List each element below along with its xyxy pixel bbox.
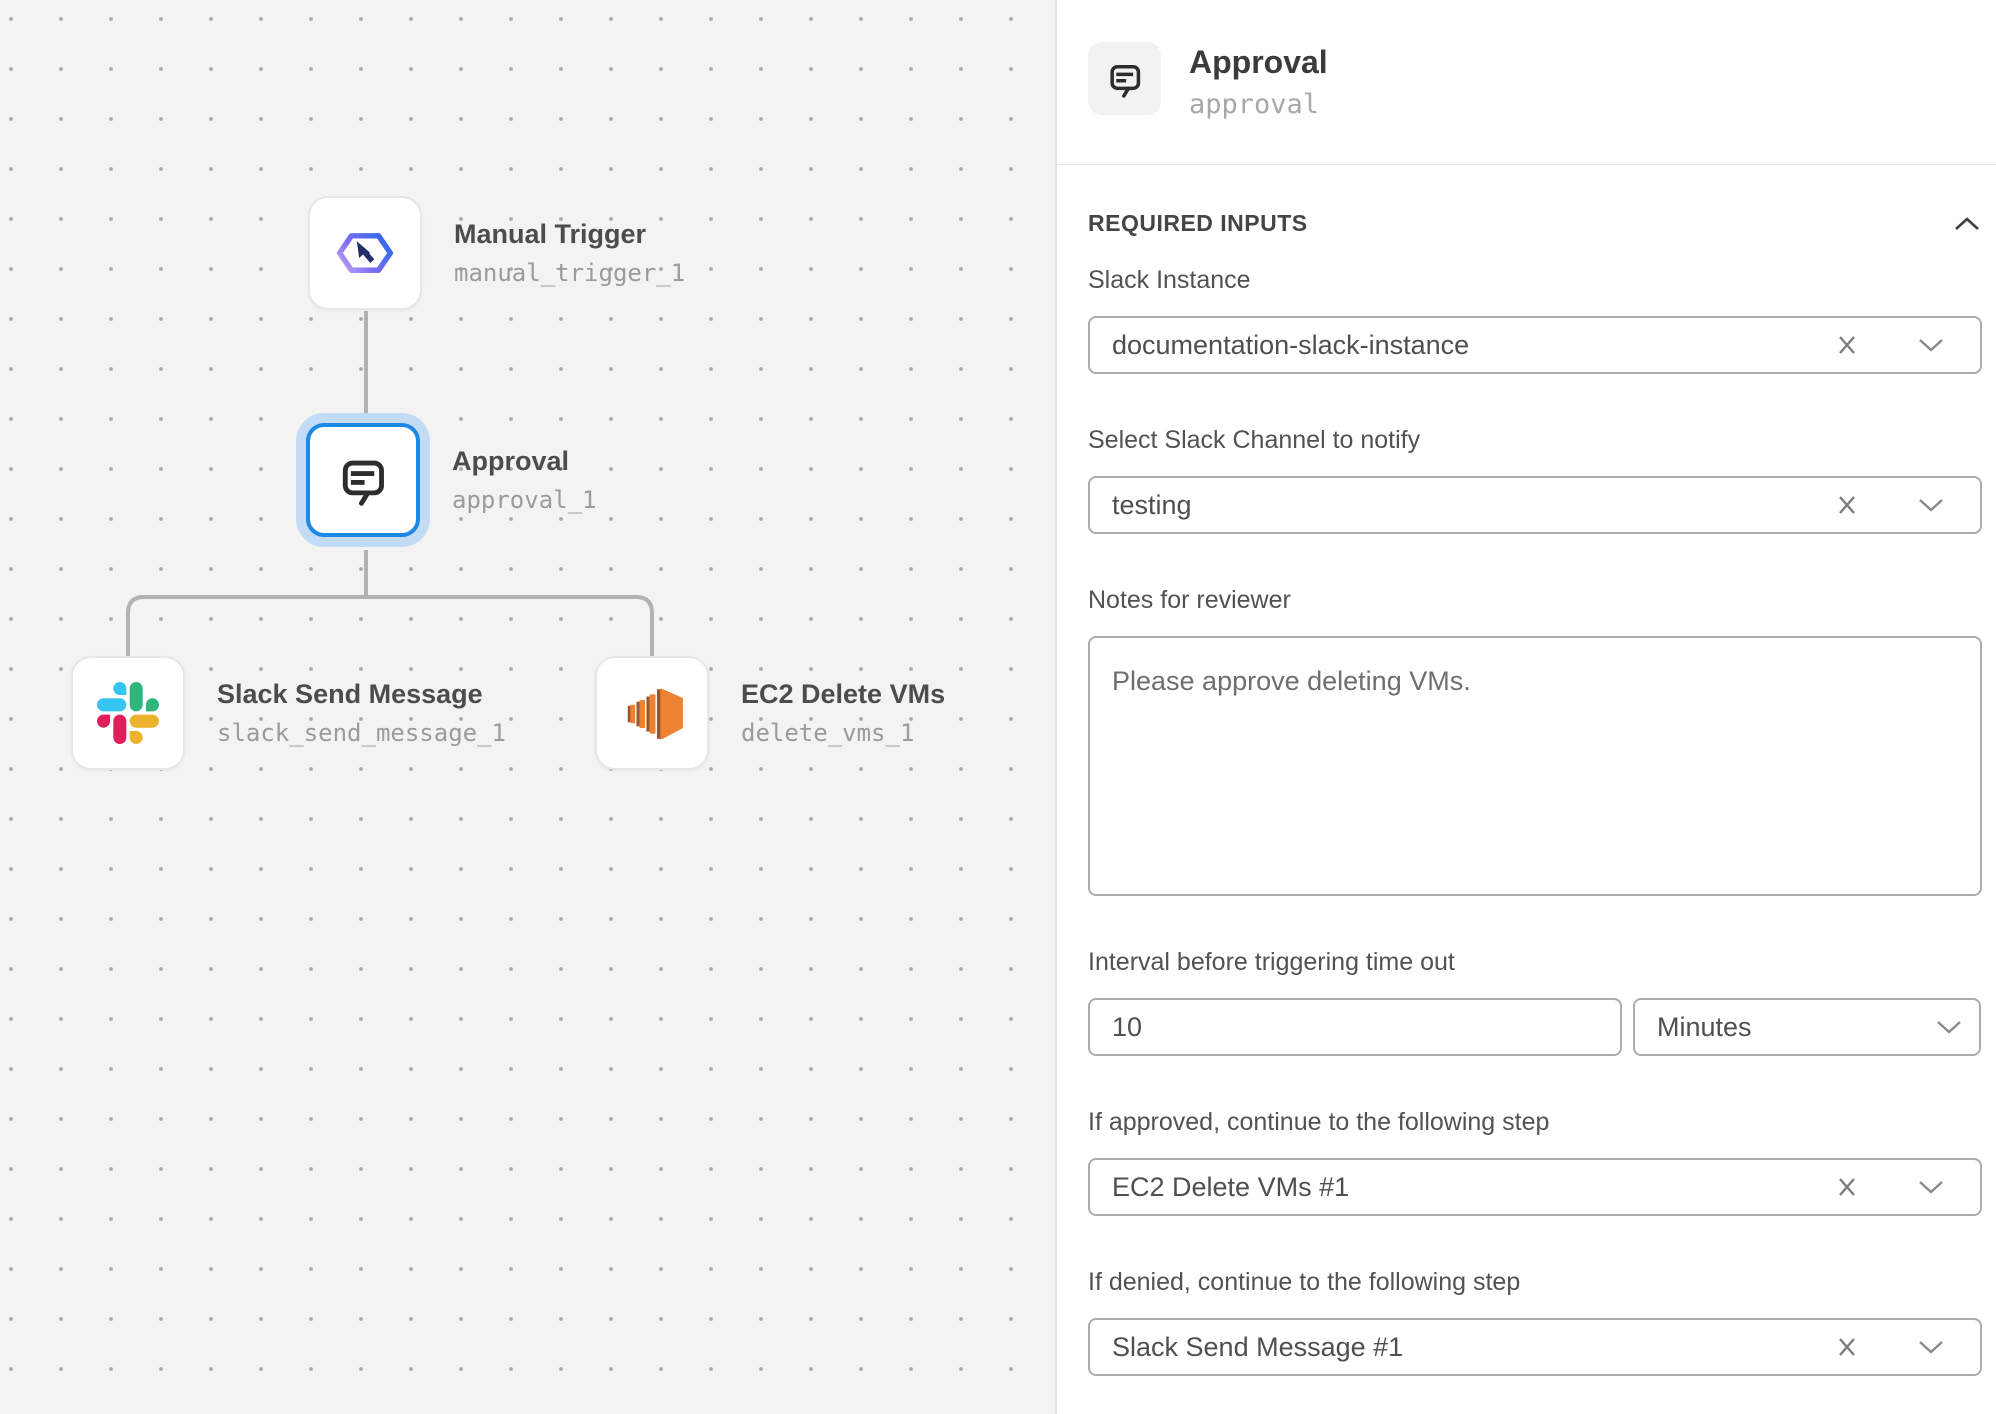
selected-value: documentation-slack-instance	[1112, 330, 1831, 361]
open-dropdown-button[interactable]	[1916, 1338, 1946, 1356]
clear-x-icon	[1833, 1333, 1861, 1361]
chevron-up-icon	[1954, 217, 1980, 231]
notes-field-group: Notes for reviewer Please approve deleti…	[1088, 585, 1982, 896]
node-meta: Approval approval_1	[452, 446, 597, 514]
open-dropdown-button[interactable]	[1916, 496, 1946, 514]
approval-icon	[334, 451, 392, 509]
chevron-down-icon	[1918, 338, 1944, 352]
approval-icon	[1104, 58, 1146, 100]
approval-node-box[interactable]	[306, 423, 420, 537]
if-approved-field-group: If approved, continue to the following s…	[1088, 1107, 1982, 1216]
slack-node-box[interactable]	[71, 656, 185, 770]
chevron-down-icon	[1918, 498, 1944, 512]
interval-row: 10 Minutes	[1088, 998, 1982, 1056]
open-dropdown-button[interactable]	[1916, 336, 1946, 354]
node-id: slack_send_message_1	[217, 719, 506, 747]
chevron-down-icon	[1936, 1020, 1962, 1034]
node-title: EC2 Delete VMs	[741, 679, 945, 710]
header-divider	[1057, 164, 1996, 165]
node-title: Manual Trigger	[454, 219, 685, 250]
node-meta: Slack Send Message slack_send_message_1	[217, 679, 506, 747]
clear-selection-button[interactable]	[1831, 1331, 1863, 1363]
if-denied-select[interactable]: Slack Send Message #1	[1088, 1318, 1982, 1376]
header-icon-box	[1088, 42, 1161, 115]
node-meta: Manual Trigger manual_trigger_1	[454, 219, 685, 287]
node-manual-trigger[interactable]: Manual Trigger manual_trigger_1	[308, 196, 685, 310]
selected-value: testing	[1112, 490, 1831, 521]
field-label: Interval before triggering time out	[1088, 947, 1982, 977]
selected-value: Minutes	[1657, 1012, 1934, 1043]
input-value: 10	[1112, 1012, 1598, 1043]
clear-selection-button[interactable]	[1831, 1171, 1863, 1203]
manual-trigger-icon	[336, 224, 394, 282]
slack-icon	[97, 682, 159, 744]
collapse-section-button[interactable]	[1952, 215, 1982, 233]
node-meta: EC2 Delete VMs delete_vms_1	[741, 679, 945, 747]
node-title: Approval	[452, 446, 597, 477]
node-ec2-delete-vms[interactable]: EC2 Delete VMs delete_vms_1	[595, 656, 945, 770]
required-inputs-section: REQUIRED INPUTS	[1088, 210, 1982, 237]
field-label: Select Slack Channel to notify	[1088, 425, 1982, 455]
field-label: If denied, continue to the following ste…	[1088, 1267, 1982, 1297]
clear-x-icon	[1833, 331, 1861, 359]
page-subtitle: approval	[1189, 89, 1328, 120]
node-title: Slack Send Message	[217, 679, 506, 710]
node-approval[interactable]: Approval approval_1	[306, 423, 597, 537]
ec2-icon	[619, 680, 685, 746]
clear-selection-button[interactable]	[1831, 489, 1863, 521]
if-approved-select[interactable]: EC2 Delete VMs #1	[1088, 1158, 1982, 1216]
section-title: REQUIRED INPUTS	[1088, 210, 1308, 237]
node-slack-send-message[interactable]: Slack Send Message slack_send_message_1	[71, 656, 506, 770]
field-label: If approved, continue to the following s…	[1088, 1107, 1982, 1137]
panel-header: Approval approval	[1088, 42, 1982, 120]
selected-value: Slack Send Message #1	[1112, 1332, 1831, 1363]
chevron-down-icon	[1918, 1340, 1944, 1354]
field-label: Slack Instance	[1088, 265, 1982, 295]
node-id: approval_1	[452, 486, 597, 514]
page-title: Approval	[1189, 44, 1328, 81]
manual-trigger-node-box[interactable]	[308, 196, 422, 310]
node-id: manual_trigger_1	[454, 259, 685, 287]
slack-channel-field-group: Select Slack Channel to notify testing	[1088, 425, 1982, 534]
workflow-builder: Manual Trigger manual_trigger_1 Approval…	[0, 0, 1996, 1414]
interval-unit-select[interactable]: Minutes	[1633, 998, 1981, 1056]
chevron-down-icon	[1918, 1180, 1944, 1194]
selected-value: EC2 Delete VMs #1	[1112, 1172, 1831, 1203]
open-dropdown-button[interactable]	[1934, 1018, 1964, 1036]
notes-textarea[interactable]: Please approve deleting VMs.	[1088, 636, 1982, 896]
clear-x-icon	[1833, 1173, 1861, 1201]
clear-x-icon	[1833, 491, 1861, 519]
slack-instance-field-group: Slack Instance documentation-slack-insta…	[1088, 265, 1982, 374]
slack-instance-select[interactable]: documentation-slack-instance	[1088, 316, 1982, 374]
interval-field-group: Interval before triggering time out 10 M…	[1088, 947, 1982, 1056]
node-id: delete_vms_1	[741, 719, 945, 747]
config-panel: Approval approval REQUIRED INPUTS Slack …	[1057, 0, 1996, 1414]
open-dropdown-button[interactable]	[1916, 1178, 1946, 1196]
field-label: Notes for reviewer	[1088, 585, 1982, 615]
header-text: Approval approval	[1189, 42, 1328, 120]
interval-value-input[interactable]: 10	[1088, 998, 1622, 1056]
slack-channel-select[interactable]: testing	[1088, 476, 1982, 534]
clear-selection-button[interactable]	[1831, 329, 1863, 361]
ec2-node-box[interactable]	[595, 656, 709, 770]
workflow-canvas[interactable]: Manual Trigger manual_trigger_1 Approval…	[0, 0, 1057, 1414]
if-denied-field-group: If denied, continue to the following ste…	[1088, 1267, 1982, 1376]
